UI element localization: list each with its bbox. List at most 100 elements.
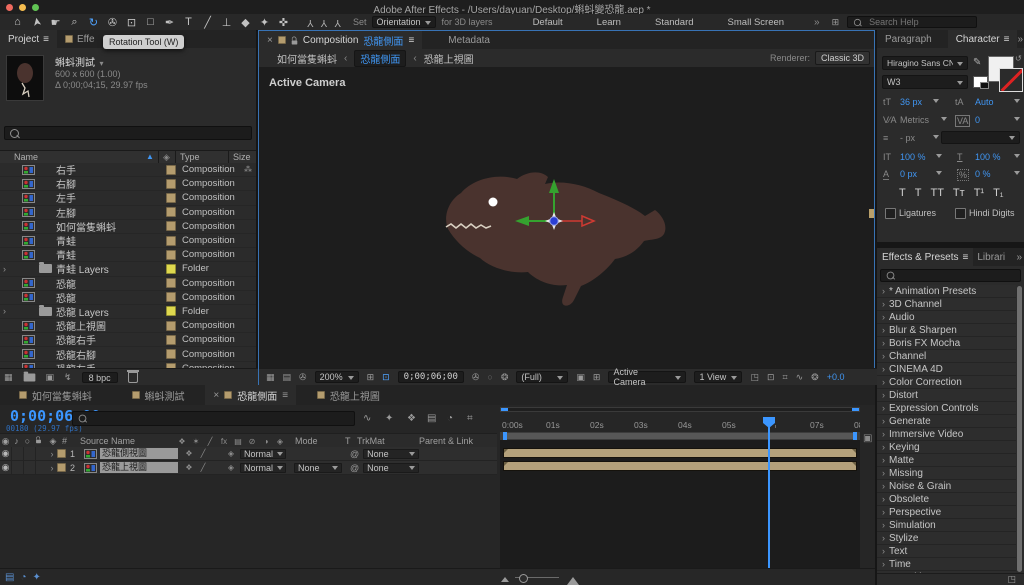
chevron-down-icon[interactable]	[1014, 171, 1020, 178]
panel-menu-icon[interactable]: ≡	[408, 35, 414, 46]
shy-switch-icon[interactable]: ❖	[175, 437, 189, 446]
workspace-item[interactable]: Learn	[597, 17, 621, 28]
parent-link-column[interactable]: Parent & Link	[419, 436, 473, 446]
brush-tool[interactable]: ╱	[198, 14, 217, 30]
main-display-icon[interactable]: ▤	[283, 372, 292, 383]
panel-menu-icon[interactable]: ≡	[43, 34, 49, 45]
layer-name[interactable]: 恐龍上視圖	[100, 462, 178, 473]
new-folder-icon[interactable]	[23, 373, 35, 381]
pan-behind-tool[interactable]: ⊡	[122, 14, 141, 30]
workspace-overflow-icon[interactable]: »	[814, 17, 820, 28]
effects-category-row[interactable]: › Blur & Sharpen	[877, 324, 1016, 337]
label-color-chip[interactable]	[166, 236, 176, 246]
chevron-down-icon[interactable]	[933, 99, 939, 106]
tab-paragraph[interactable]: Paragraph	[877, 30, 940, 48]
effects-category-row[interactable]: › Expression Controls	[877, 402, 1016, 415]
effects-category-row[interactable]: › Matte	[877, 454, 1016, 467]
viewer-timecode[interactable]: 0;00;06;00	[398, 371, 464, 383]
roto-brush-tool[interactable]: ✦	[255, 14, 274, 30]
adjustment-switch-icon[interactable]: ◑	[259, 437, 273, 446]
lock-cell[interactable]	[35, 447, 47, 460]
expand-icon[interactable]: ›	[882, 494, 885, 504]
effects-category-row[interactable]: › Noise & Grain	[877, 480, 1016, 493]
label-color-chip[interactable]	[166, 292, 176, 302]
breadcrumb-prev[interactable]: 如何當隻蝌蚪	[277, 51, 337, 66]
blend-mode-dropdown[interactable]: Normal	[240, 463, 286, 473]
timeline-button-icon[interactable]: ⌗	[783, 372, 788, 383]
stamp-tool[interactable]: ⊥	[217, 14, 236, 30]
lock-cell[interactable]	[35, 461, 47, 474]
panel-menu-icon[interactable]: ≡	[963, 252, 969, 263]
sort-ascending-icon[interactable]: ▲	[146, 152, 154, 161]
faux-style-button[interactable]: T	[899, 187, 906, 199]
zoom-tool[interactable]: ⌕	[65, 14, 84, 30]
kerning-value[interactable]: Metrics	[900, 115, 929, 125]
expand-icon[interactable]: ›	[0, 306, 11, 316]
region-of-interest-icon[interactable]: ▣	[576, 372, 585, 383]
breadcrumb-next[interactable]: 恐龍上視圖	[424, 51, 474, 66]
caret-down-icon[interactable]: ▾	[99, 59, 103, 68]
faux-style-button[interactable]: TT	[930, 187, 943, 199]
expand-icon[interactable]: ›	[882, 429, 885, 439]
tab-effect-controls[interactable]: Effe	[57, 30, 103, 48]
layer-color-chip[interactable]	[57, 463, 66, 472]
exposure-value[interactable]: +0.0	[827, 372, 845, 382]
column-type[interactable]: Type	[180, 152, 200, 162]
solo-column-icon[interactable]: ○	[22, 436, 33, 446]
project-item-row[interactable]: › 恐龍 Composition ⁂	[0, 277, 256, 291]
chevron-down-icon[interactable]	[1014, 117, 1020, 124]
parent-dropdown[interactable]: None	[363, 463, 419, 473]
font-style-dropdown[interactable]: W3	[882, 75, 968, 89]
faux-style-button[interactable]: T₁	[993, 187, 1003, 199]
item-name[interactable]: 青蛙	[56, 233, 166, 248]
puppet-pin-tool[interactable]: ✜	[274, 14, 293, 30]
blend-mode-dropdown[interactable]: Normal	[240, 449, 286, 459]
collapse-switch-icon[interactable]: ✶	[189, 437, 203, 446]
navigator-start-handle[interactable]	[501, 408, 508, 411]
effects-category-row[interactable]: › Generate	[877, 415, 1016, 428]
work-area-bar[interactable]	[500, 432, 860, 440]
baseline-shift-value[interactable]: 0 px	[900, 169, 917, 179]
adjust-icon[interactable]: ↯	[64, 372, 72, 383]
project-bpc-button[interactable]: 8 bpc	[82, 372, 118, 383]
number-column[interactable]: #	[62, 436, 80, 446]
local-axis-mode[interactable]: Y	[307, 17, 314, 28]
column-size[interactable]: Size	[233, 152, 251, 162]
expand-icon[interactable]: ›	[882, 507, 885, 517]
orientation-dropdown[interactable]: Orientation	[372, 16, 436, 28]
leading-value[interactable]: Auto	[975, 97, 994, 107]
layer-row[interactable]: ◉ › 2 恐龍上視圖 ❖ ╱	[0, 461, 497, 475]
motion-blur-toggle-icon[interactable]: ◔	[20, 572, 26, 583]
label-color-chip[interactable]	[166, 193, 176, 203]
pick-whip-icon[interactable]: @	[350, 463, 359, 473]
item-name[interactable]: 恐龍	[56, 290, 166, 305]
work-area-start-handle[interactable]	[503, 432, 507, 440]
quality-switch-icon[interactable]: ╱	[203, 437, 217, 446]
view-axis-mode[interactable]: Y	[334, 17, 341, 28]
workspace-item[interactable]: Default	[533, 17, 563, 28]
project-item-row[interactable]: › 青蛙 Composition ⁂	[0, 248, 256, 262]
item-name[interactable]: 青蛙 Layers	[56, 261, 166, 276]
expand-icon[interactable]: ›	[882, 299, 885, 309]
home-tool[interactable]: ⌂	[8, 14, 27, 30]
project-search[interactable]	[4, 126, 252, 140]
show-snapshot-icon[interactable]: ○	[487, 372, 492, 382]
label-color-chip[interactable]	[166, 321, 176, 331]
ligatures-checkbox[interactable]	[885, 208, 896, 219]
item-name[interactable]: 如何當隻蝌蚪	[56, 219, 166, 234]
work-area[interactable]	[503, 433, 857, 439]
renderer-button[interactable]: Classic 3D	[815, 51, 870, 65]
help-search-input[interactable]	[867, 16, 971, 28]
chevron-down-icon[interactable]	[936, 154, 942, 161]
draft-3d-icon[interactable]: ✦	[385, 413, 393, 424]
exposure-icon[interactable]: ❂	[811, 372, 819, 383]
comp-marker-bin-icon[interactable]: ▣	[863, 433, 872, 444]
effects-category-row[interactable]: › Audio	[877, 311, 1016, 324]
lock-column-icon[interactable]	[36, 439, 41, 443]
effects-category-row[interactable]: › Time	[877, 558, 1016, 571]
pixel-aspect-icon[interactable]: ◳	[750, 372, 759, 383]
chevron-down-icon[interactable]	[1014, 154, 1020, 161]
timeline-navigator[interactable]	[500, 407, 860, 412]
transparency-grid-icon[interactable]: ⊞	[593, 372, 601, 383]
help-search[interactable]	[847, 16, 977, 28]
